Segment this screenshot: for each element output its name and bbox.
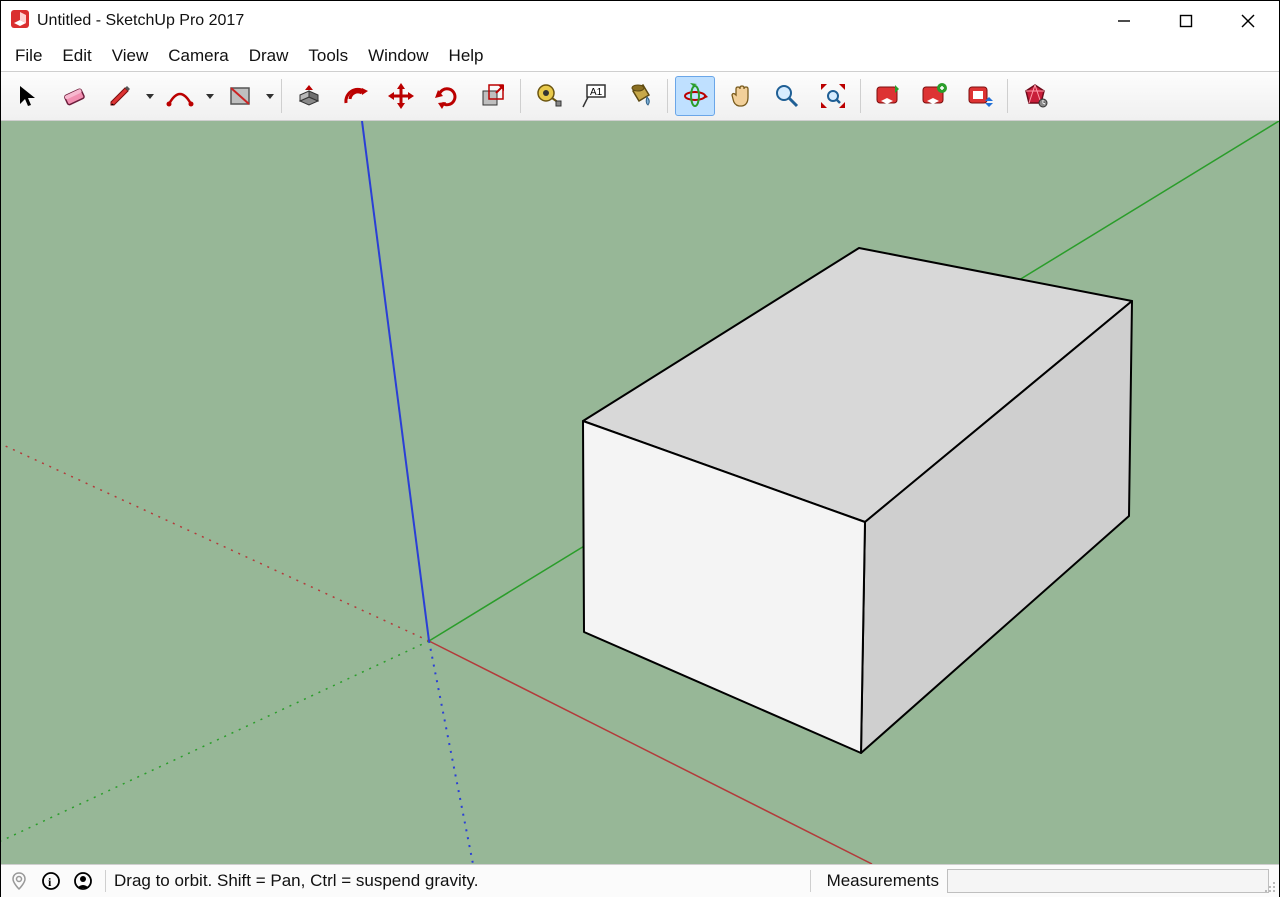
arc-tool-dropdown[interactable] <box>203 77 217 115</box>
line-tool-dropdown[interactable] <box>143 77 157 115</box>
titlebar-left: Untitled - SketchUp Pro 2017 <box>1 8 244 34</box>
ruby-console-button[interactable] <box>1015 76 1055 116</box>
arc-tool[interactable] <box>160 76 200 116</box>
window-title: Untitled - SketchUp Pro 2017 <box>37 12 244 30</box>
titlebar: Untitled - SketchUp Pro 2017 <box>1 1 1279 41</box>
window-controls <box>1093 1 1279 41</box>
line-tool[interactable] <box>100 76 140 116</box>
shapes-tool-dropdown[interactable] <box>263 77 277 115</box>
scale-tool[interactable] <box>473 76 513 116</box>
text-tool[interactable]: A1 <box>574 76 614 116</box>
paint-bucket-tool[interactable] <box>620 76 660 116</box>
shapes-tool[interactable] <box>220 76 260 116</box>
3dwarehouse-get-button[interactable] <box>868 76 908 116</box>
menu-tools[interactable]: Tools <box>298 42 358 70</box>
menu-camera[interactable]: Camera <box>158 42 238 70</box>
select-tool[interactable] <box>8 76 48 116</box>
move-tool[interactable] <box>381 76 421 116</box>
svg-text:i: i <box>48 875 52 889</box>
maximize-button[interactable] <box>1155 1 1217 41</box>
menu-help[interactable]: Help <box>439 42 494 70</box>
rotate-tool[interactable] <box>427 76 467 116</box>
zoom-tool[interactable] <box>767 76 807 116</box>
user-icon[interactable] <box>69 867 97 895</box>
measurements-input[interactable] <box>947 869 1269 893</box>
statusbar: i Drag to orbit. Shift = Pan, Ctrl = sus… <box>1 864 1279 897</box>
resize-grip-icon[interactable] <box>1263 880 1277 894</box>
menu-draw[interactable]: Draw <box>239 42 299 70</box>
minimize-button[interactable] <box>1093 1 1155 41</box>
menubar: File Edit View Camera Draw Tools Window … <box>1 41 1279 71</box>
svg-text:A1: A1 <box>590 87 603 98</box>
measurements-label: Measurements <box>819 871 947 891</box>
orbit-tool[interactable] <box>675 76 715 116</box>
tape-measure-tool[interactable] <box>528 76 568 116</box>
menu-window[interactable]: Window <box>358 42 438 70</box>
pan-tool[interactable] <box>721 76 761 116</box>
credits-icon[interactable]: i <box>37 867 65 895</box>
toolbar-separator <box>520 79 521 113</box>
app-icon <box>9 8 31 34</box>
menu-view[interactable]: View <box>102 42 159 70</box>
3dwarehouse-share-button[interactable] <box>914 76 954 116</box>
zoom-extents-tool[interactable] <box>813 76 853 116</box>
close-button[interactable] <box>1217 1 1279 41</box>
toolbar-separator <box>667 79 668 113</box>
menu-edit[interactable]: Edit <box>52 42 101 70</box>
eraser-tool[interactable] <box>54 76 94 116</box>
status-hint: Drag to orbit. Shift = Pan, Ctrl = suspe… <box>114 871 478 891</box>
toolbar: A1 <box>1 71 1279 121</box>
offset-tool[interactable] <box>335 76 375 116</box>
toolbar-separator <box>281 79 282 113</box>
model-viewport[interactable] <box>1 121 1279 864</box>
app-window: Untitled - SketchUp Pro 2017 File Edit V… <box>0 0 1280 897</box>
extension-warehouse-button[interactable] <box>960 76 1000 116</box>
menu-file[interactable]: File <box>5 42 52 70</box>
status-divider <box>105 870 106 892</box>
status-divider <box>810 870 811 892</box>
toolbar-separator <box>860 79 861 113</box>
geolocation-icon[interactable] <box>5 867 33 895</box>
toolbar-separator <box>1007 79 1008 113</box>
pushpull-tool[interactable] <box>289 76 329 116</box>
